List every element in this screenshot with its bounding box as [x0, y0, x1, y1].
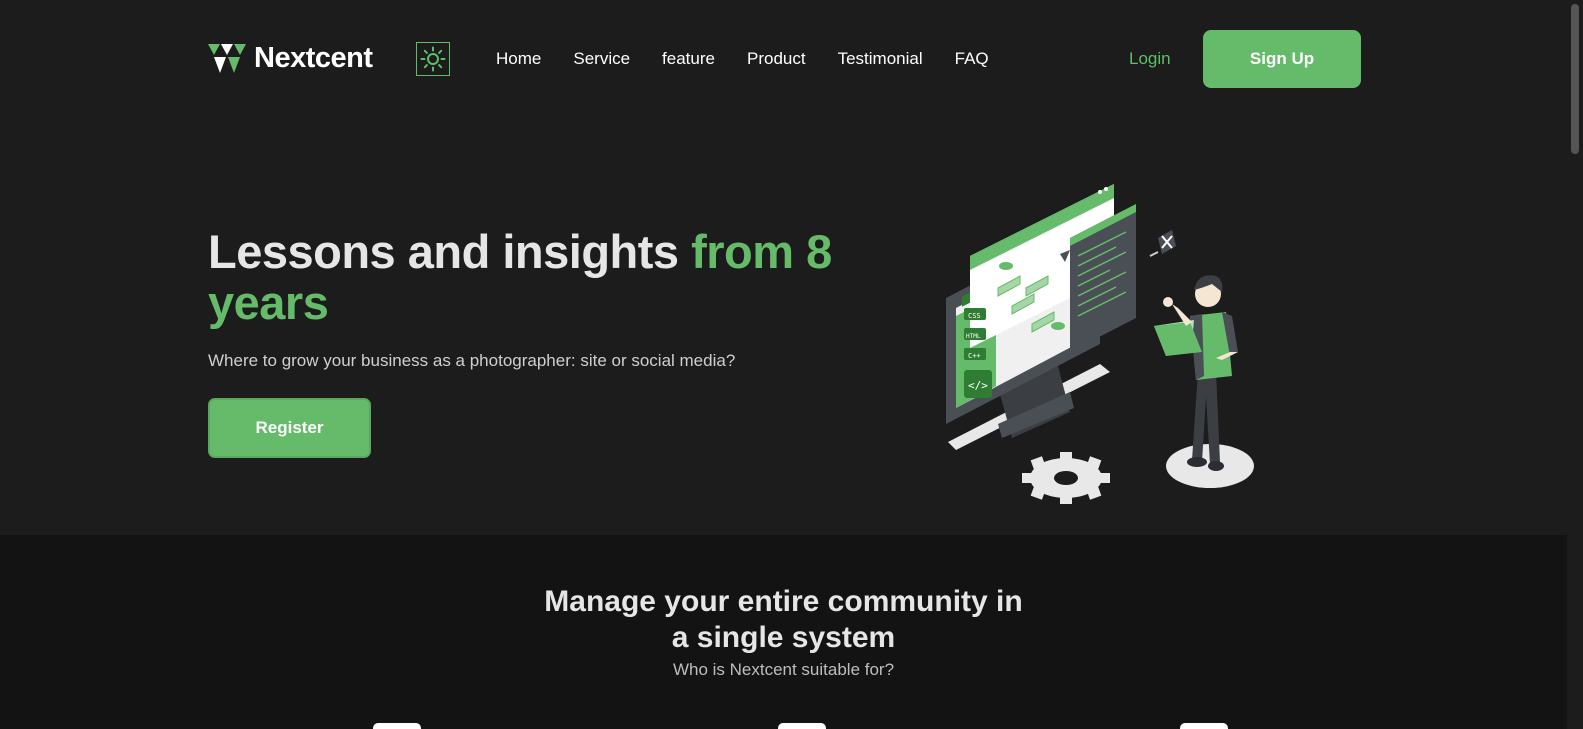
nav-item-feature[interactable]: feature	[662, 49, 715, 69]
sun-icon	[420, 46, 446, 72]
card-icon-top	[1180, 723, 1228, 729]
css-label: CSS	[968, 312, 981, 320]
nav-item-faq[interactable]: FAQ	[955, 49, 989, 69]
site-header: Nextcent Home Service feature Product Te…	[0, 0, 1567, 120]
nav-item-product[interactable]: Product	[747, 49, 806, 69]
community-title-line1: Manage your entire community in	[544, 585, 1023, 618]
community-title: Manage your entire community in a single…	[0, 584, 1567, 656]
brand-logo[interactable]: Nextcent	[208, 42, 373, 75]
gear-icon	[1022, 452, 1110, 504]
hero-title: Lessons and insights from 8 years	[208, 226, 848, 328]
brand-name: Nextcent	[254, 42, 373, 74]
theme-toggle-button[interactable]	[416, 42, 450, 76]
card-icon-top	[373, 723, 421, 729]
close-icon	[1149, 230, 1176, 257]
developer-illustration: CSS HTML C++ </>	[946, 184, 1254, 504]
person-figure	[1154, 275, 1238, 471]
main-nav: Home Service feature Product Testimonial…	[496, 49, 1021, 69]
register-button[interactable]: Register	[208, 398, 371, 458]
logo-icon	[208, 43, 246, 74]
svg-text:</>: </>	[968, 379, 988, 392]
card-icon-top	[778, 723, 826, 729]
scrollbar-thumb[interactable]	[1571, 4, 1579, 154]
cpp-label: C++	[968, 352, 981, 360]
html-label: HTML	[966, 333, 981, 340]
nav-item-testimonial[interactable]: Testimonial	[838, 49, 923, 69]
hero-title-plain: Lessons and insights	[208, 225, 692, 278]
nav-item-home[interactable]: Home	[496, 49, 541, 69]
community-section: Manage your entire community in a single…	[0, 535, 1567, 729]
nav-item-service[interactable]: Service	[573, 49, 630, 69]
community-title-line2: a single system	[671, 621, 896, 654]
hero-subtitle: Where to grow your business as a photogr…	[208, 351, 736, 370]
signup-button[interactable]: Sign Up	[1203, 30, 1361, 88]
community-subtitle: Who is Nextcent suitable for?	[672, 660, 895, 679]
login-link[interactable]: Login	[1129, 49, 1171, 69]
page-scrollbar[interactable]	[1567, 0, 1583, 729]
